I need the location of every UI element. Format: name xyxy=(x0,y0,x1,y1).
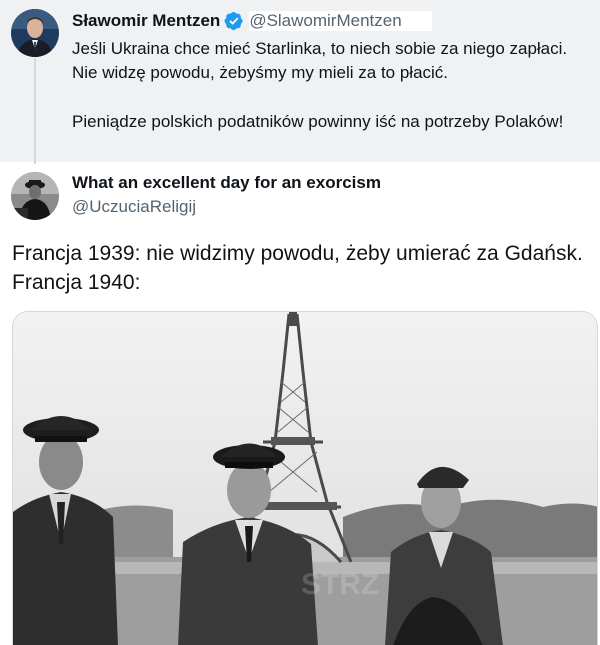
tweet-text: Francja 1939: nie widzimy powodu, żeby u… xyxy=(12,242,583,294)
eiffel-tower-photo: STRZ xyxy=(13,312,597,645)
profile-photo-icon xyxy=(11,9,59,57)
display-name[interactable]: What an excellent day for an exorcism xyxy=(72,173,381,193)
handle[interactable]: @UczuciaReligij xyxy=(72,197,196,217)
handle[interactable]: @SlawomirMentzen xyxy=(249,11,432,31)
avatar[interactable] xyxy=(11,172,59,220)
photo-watermark: STRZ xyxy=(301,568,379,601)
avatar[interactable] xyxy=(11,9,59,57)
profile-photo-icon xyxy=(11,172,59,220)
quoted-tweet-header: Sławomir Mentzen @SlawomirMentzen xyxy=(72,9,432,33)
verified-badge-icon xyxy=(224,11,244,31)
display-name[interactable]: Sławomir Mentzen xyxy=(72,11,220,31)
quoted-tweet-text-2: Pieniądze polskich podatników powinny iś… xyxy=(72,112,564,131)
thread-connector-line xyxy=(34,58,36,164)
tweet-photo[interactable]: STRZ xyxy=(12,311,598,645)
quoted-tweet-text-1: Jeśli Ukraina chce mieć Starlinka, to ni… xyxy=(72,39,568,82)
